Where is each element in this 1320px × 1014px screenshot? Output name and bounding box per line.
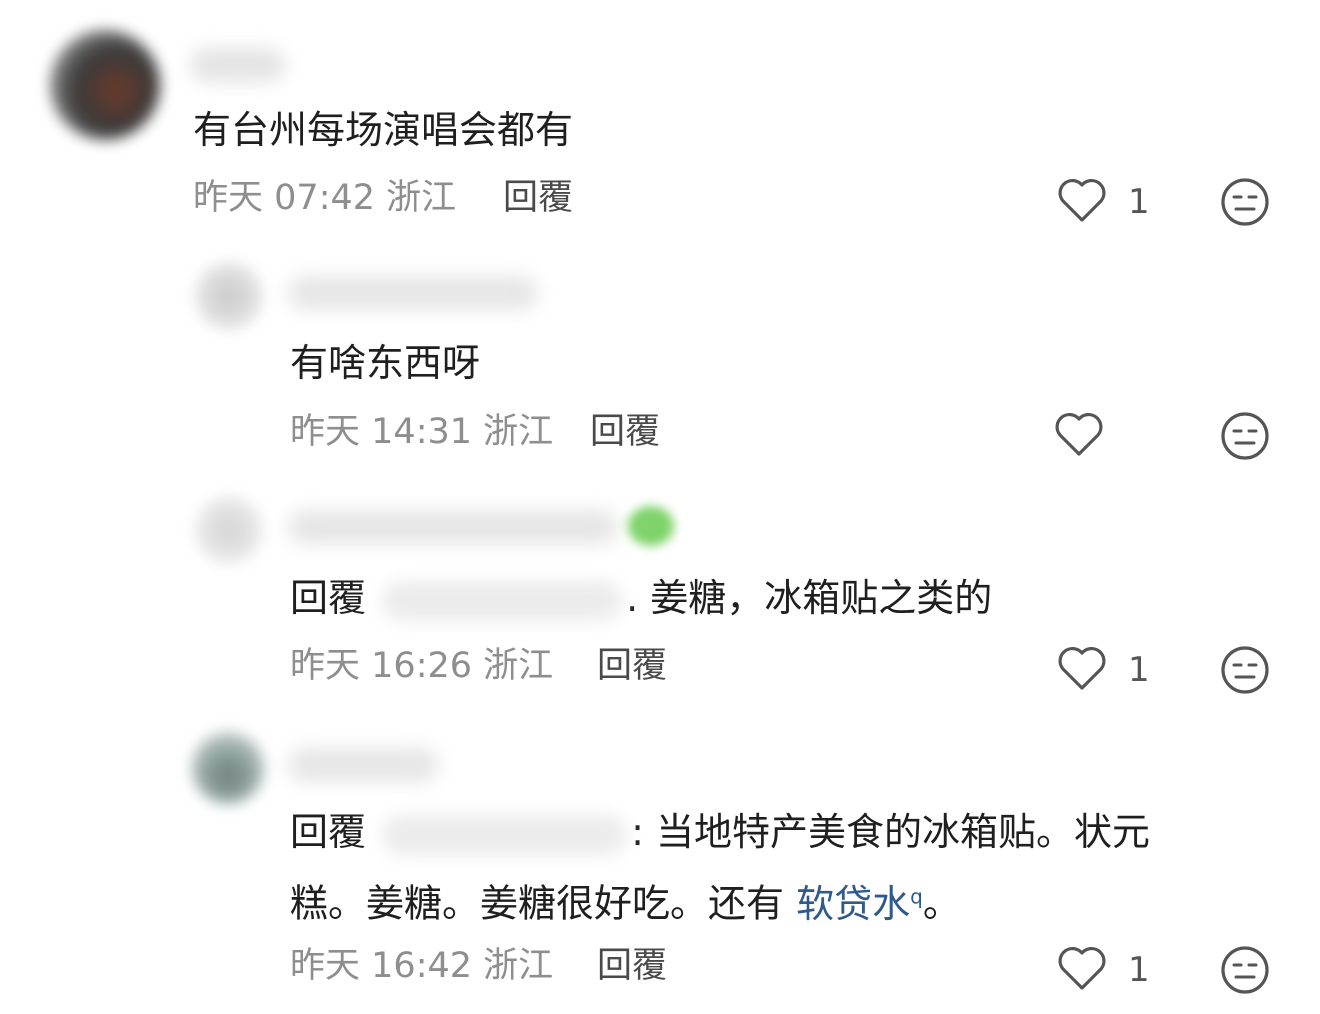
comment-meta: 昨天 16:42 浙江 — [290, 944, 553, 988]
like-button[interactable]: 1 — [1056, 176, 1176, 228]
dislike-button[interactable] — [1219, 176, 1271, 228]
mention-blurred[interactable] — [382, 814, 628, 855]
comment-time: 16:42 — [371, 946, 473, 986]
comment-location: 浙江 — [483, 646, 554, 686]
reply-prefix: 回覆 — [290, 576, 367, 620]
reply-button[interactable]: 回覆 — [597, 944, 667, 988]
heart-outline-icon — [1055, 412, 1103, 456]
comment-date: 昨天 — [290, 646, 361, 686]
comment-location: 浙江 — [483, 946, 554, 986]
dislike-button[interactable] — [1219, 410, 1271, 462]
search-link[interactable]: 软贷水q — [796, 882, 923, 926]
comment-date: 昨天 — [290, 412, 361, 452]
meh-face-icon — [1221, 646, 1269, 694]
heart-outline-icon — [1058, 946, 1106, 990]
comment-location: 浙江 — [386, 178, 457, 218]
username-blurred[interactable] — [288, 510, 618, 544]
comment-date: 昨天 — [290, 946, 361, 986]
comment-time: 16:26 — [371, 646, 473, 686]
avatar[interactable] — [195, 262, 263, 330]
comment-text-line-1: 回覆 : 当地特产美食的冰箱贴。状元 — [290, 802, 1150, 862]
comment-text: 有啥东西呀 — [290, 341, 481, 385]
comment-body: : 当地特产美食的冰箱贴。状元 — [631, 810, 1150, 854]
meh-face-icon — [1221, 178, 1269, 226]
comment-body-end: 。 — [922, 881, 961, 926]
like-count: 1 — [1128, 950, 1150, 990]
heart-outline-icon — [1058, 646, 1106, 690]
like-button[interactable] — [1053, 410, 1173, 462]
search-icon: q — [910, 884, 923, 908]
reply-button[interactable]: 回覆 — [597, 644, 667, 688]
username-blurred[interactable] — [288, 748, 438, 782]
username-blurred[interactable] — [190, 48, 285, 82]
dislike-button[interactable] — [1219, 944, 1271, 996]
like-count: 1 — [1128, 182, 1150, 222]
avatar[interactable] — [195, 496, 263, 564]
comment-date: 昨天 — [193, 178, 264, 218]
heart-outline-icon — [1058, 178, 1106, 222]
avatar[interactable] — [192, 732, 264, 804]
comment-text: 有台州每场演唱会都有 — [193, 108, 574, 152]
comment-body: . 姜糖，冰箱贴之类的 — [626, 576, 993, 620]
comment-text: 回覆 . 姜糖，冰箱贴之类的 — [290, 568, 992, 628]
comment-meta: 昨天 07:42 浙江 — [193, 176, 456, 220]
comment-location: 浙江 — [483, 412, 554, 452]
dislike-button[interactable] — [1219, 644, 1271, 696]
comment-body-cont: 糕。姜糖。姜糖很好吃。还有 — [290, 881, 785, 926]
avatar[interactable] — [50, 30, 160, 140]
like-count: 1 — [1128, 650, 1150, 690]
comment-time: 07:42 — [274, 178, 376, 218]
comment-time: 14:31 — [371, 412, 473, 452]
comment-meta: 昨天 16:26 浙江 — [290, 644, 553, 688]
comment-text-line-2: 糕。姜糖。姜糖很好吃。还有 软贷水q。 — [290, 866, 961, 934]
reply-button[interactable]: 回覆 — [590, 410, 660, 454]
username-badge — [628, 506, 674, 546]
like-button[interactable]: 1 — [1056, 944, 1176, 996]
reply-prefix: 回覆 — [290, 810, 367, 854]
meh-face-icon — [1221, 412, 1269, 460]
like-button[interactable]: 1 — [1056, 644, 1176, 696]
meh-face-icon — [1221, 946, 1269, 994]
username-blurred[interactable] — [288, 276, 538, 310]
mention-blurred[interactable] — [382, 580, 623, 621]
comment-meta: 昨天 14:31 浙江 — [290, 410, 553, 454]
search-link-text: 软贷水 — [796, 881, 911, 926]
reply-button[interactable]: 回覆 — [503, 176, 573, 220]
